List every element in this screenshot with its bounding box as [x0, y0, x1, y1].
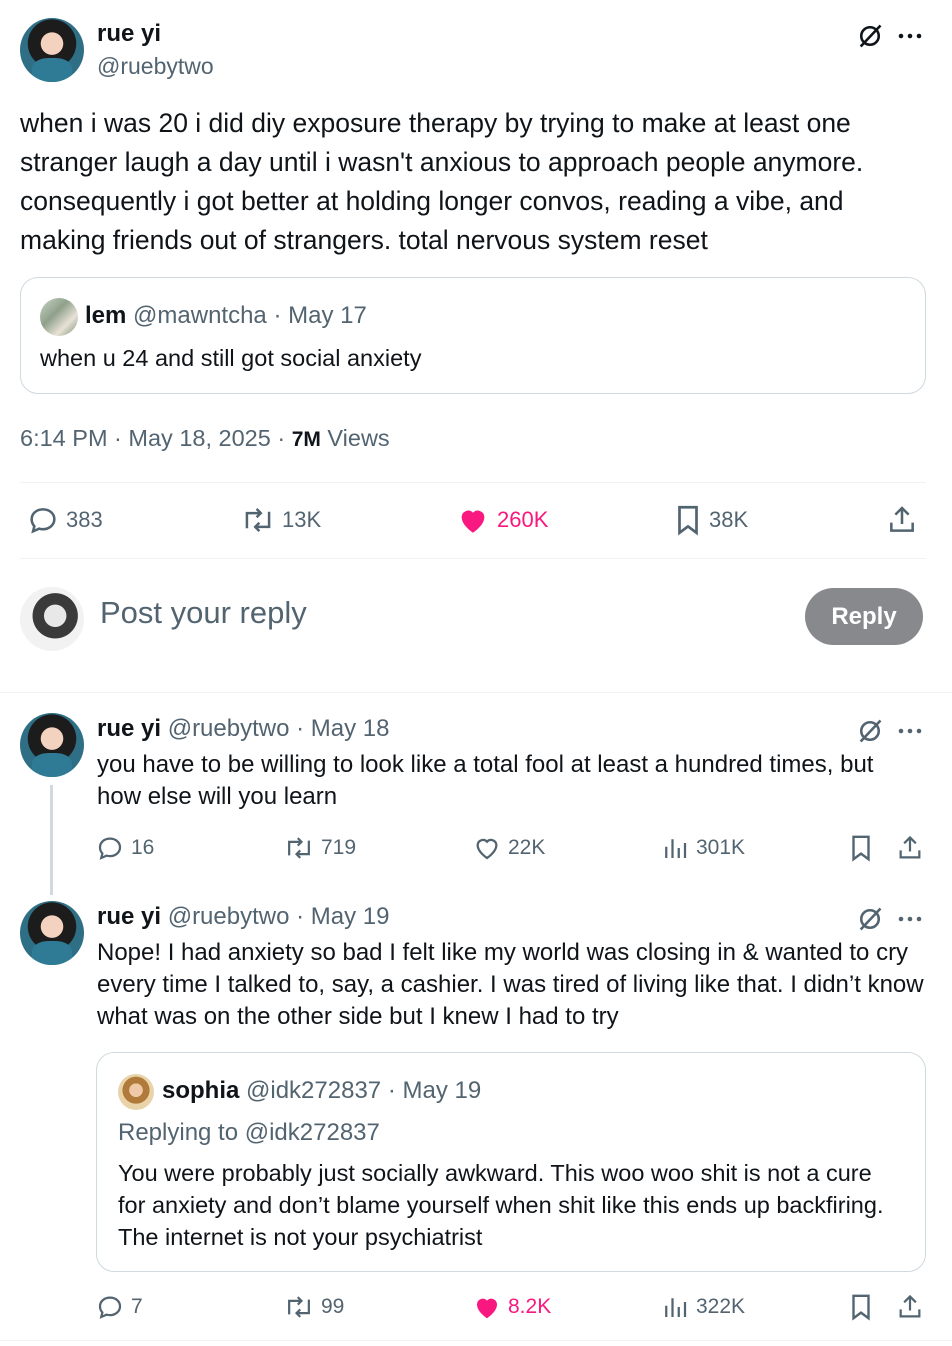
reply-button[interactable]: 383 [26, 503, 103, 537]
repost-button[interactable]: 99 [283, 1292, 344, 1322]
grok-icon[interactable] [854, 903, 886, 935]
repost-count: 13K [282, 507, 322, 532]
avatar [118, 1074, 154, 1110]
like-icon [472, 1292, 502, 1322]
like-icon [455, 503, 491, 537]
divider [20, 558, 926, 559]
like-button[interactable]: 8.2K [472, 1292, 551, 1322]
post-date[interactable]: · May 18 [296, 715, 389, 742]
reply-icon [95, 1292, 125, 1322]
grok-icon[interactable] [854, 20, 886, 52]
quoted-author-handle: @idk272837 [246, 1077, 382, 1104]
quoted-author-handle: @mawntcha [133, 302, 267, 329]
avatar [40, 298, 78, 336]
views-icon [660, 833, 690, 863]
repost-icon [240, 503, 276, 537]
author-handle[interactable]: @ruebytwo [168, 715, 290, 742]
repost-icon [283, 833, 315, 863]
author-name[interactable]: rue yi [97, 715, 161, 742]
quoted-post[interactable]: sophia @idk272837 · May 19 Replying to @… [96, 1052, 926, 1272]
reply-input[interactable]: Post your reply [100, 595, 307, 631]
section-divider [0, 692, 952, 693]
like-count: 260K [497, 507, 549, 532]
author-handle[interactable]: @ruebytwo [168, 903, 290, 930]
repost-button[interactable]: 13K [240, 503, 321, 537]
author-handle[interactable]: @ruebytwo [97, 53, 214, 80]
repost-button[interactable]: 719 [283, 833, 356, 863]
quoted-date: · May 17 [273, 302, 367, 329]
quoted-author-name: sophia [162, 1077, 240, 1104]
post-timestamp[interactable]: 6:14 PM · May 18, 2025 · [20, 425, 285, 451]
avatar[interactable] [20, 713, 84, 777]
avatar [20, 587, 84, 651]
like-button[interactable]: 22K [472, 833, 545, 863]
quoted-text: You were probably just socially awkward.… [118, 1160, 884, 1250]
post-text: Nope! I had anxiety so bad I felt like m… [97, 939, 924, 1030]
reply-count: 7 [131, 1295, 143, 1318]
reply-button[interactable]: 7 [95, 1292, 143, 1322]
author-name[interactable]: rue yi [97, 20, 161, 48]
share-icon[interactable] [895, 1292, 925, 1322]
bookmark-icon [673, 503, 703, 537]
bookmark-button[interactable]: 38K [673, 503, 748, 537]
more-icon[interactable] [894, 20, 926, 52]
divider [20, 482, 926, 483]
reply-count: 383 [66, 507, 103, 532]
repost-count: 99 [321, 1295, 345, 1318]
views-button[interactable]: 322K [660, 1292, 745, 1322]
more-icon[interactable] [894, 903, 926, 935]
thread-line [50, 785, 53, 895]
reply-icon [26, 503, 60, 537]
replying-to: Replying to @idk272837 [118, 1119, 380, 1146]
bookmark-icon[interactable] [846, 833, 876, 863]
bookmark-icon[interactable] [846, 1292, 876, 1322]
like-count: 8.2K [508, 1295, 552, 1318]
bookmark-count: 38K [709, 507, 749, 532]
avatar[interactable] [20, 901, 84, 965]
reply-submit-button[interactable]: Reply [805, 588, 923, 645]
reply-count: 16 [131, 836, 155, 859]
reply-button[interactable]: 16 [95, 833, 154, 863]
quoted-date: · May 19 [387, 1077, 482, 1104]
like-icon [472, 833, 502, 863]
views-count: 301K [696, 836, 746, 859]
repost-icon [283, 1292, 315, 1322]
more-icon[interactable] [894, 715, 926, 747]
post-text: when i was 20 i did diy exposure therapy… [20, 108, 864, 255]
views-count: 7M [291, 428, 321, 451]
quoted-author-name: lem [85, 302, 127, 329]
author-name[interactable]: rue yi [97, 903, 161, 930]
post-date[interactable]: · May 19 [296, 903, 389, 930]
quoted-post[interactable]: lem @mawntcha · May 17 when u 24 and sti… [20, 277, 926, 394]
avatar[interactable] [20, 18, 84, 82]
quoted-text: when u 24 and still got social anxiety [40, 345, 422, 371]
section-divider [0, 1340, 952, 1341]
views-button[interactable]: 301K [660, 833, 745, 863]
like-count: 22K [508, 836, 546, 859]
like-button[interactable]: 260K [455, 503, 548, 537]
repost-count: 719 [321, 836, 357, 859]
share-icon[interactable] [884, 503, 920, 537]
views-icon [660, 1292, 690, 1322]
grok-icon[interactable] [854, 715, 886, 747]
reply-icon [95, 833, 125, 863]
views-count: 322K [696, 1295, 746, 1318]
views-label: Views [327, 425, 390, 451]
post-text: you have to be willing to look like a to… [97, 751, 874, 810]
share-icon[interactable] [895, 833, 925, 863]
